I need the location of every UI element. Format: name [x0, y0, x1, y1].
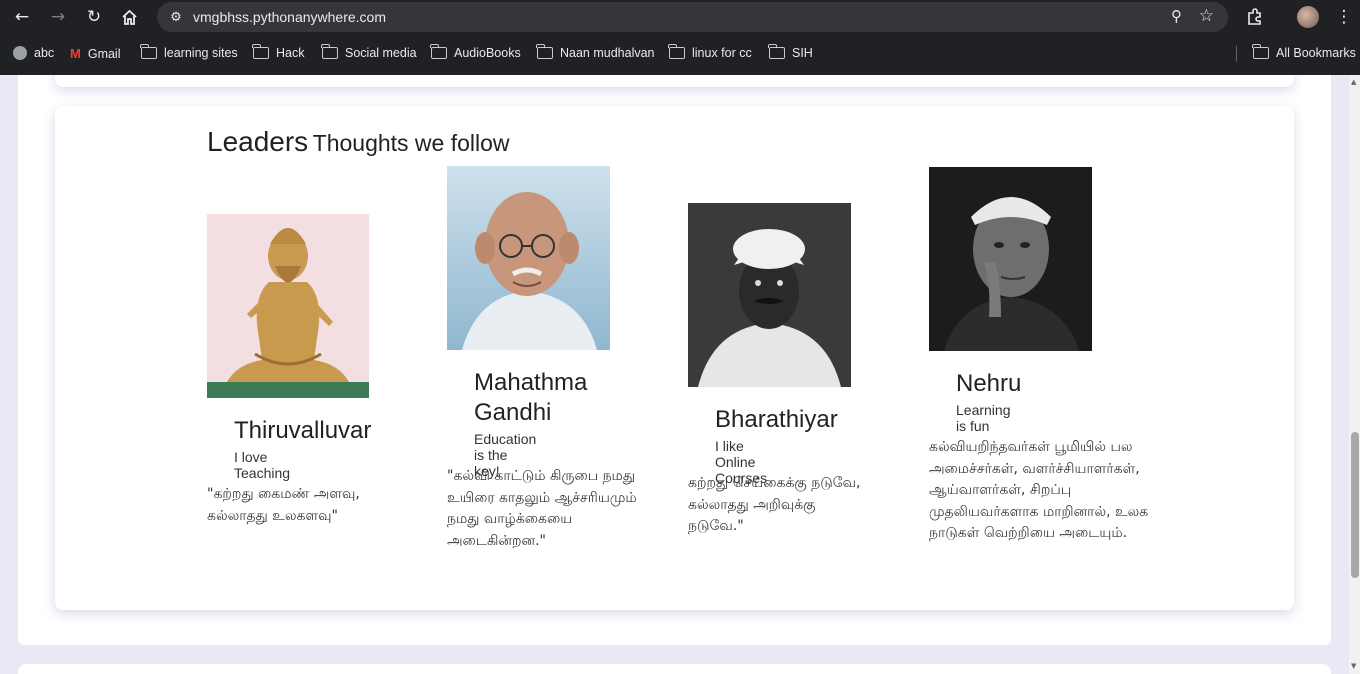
heading-main: Leaders [207, 126, 309, 157]
bookmark-gmail[interactable]: M Gmail [70, 46, 121, 61]
portrait-gandhi [447, 166, 610, 355]
page-scrollbar[interactable] [1349, 75, 1360, 674]
page-viewport[interactable]: Leaders Thoughts we follow Thiruvalluvar [0, 75, 1360, 674]
bookmark-folder-linux-for-cc[interactable]: linux for cc [668, 44, 752, 60]
portrait-bharathiyar [688, 203, 851, 392]
folder-icon [252, 44, 269, 59]
bookmark-folder-audiobooks[interactable]: AudioBooks [430, 44, 521, 60]
next-section-card [18, 664, 1331, 674]
folder-icon [668, 44, 685, 59]
bookmark-folder-learning-sites[interactable]: learning sites [140, 44, 238, 60]
profile-avatar[interactable] [1297, 6, 1319, 28]
leader-quote: "கற்றது கைமண் அளவு, கல்லாதது உலகளவு" [207, 486, 360, 524]
browser-chrome: ← → ↻ ⚙ vmgbhss.pythonanywhere.com ⚲ ☆ ⋮… [0, 0, 1360, 75]
browser-toolbar: ← → ↻ ⚙ vmgbhss.pythonanywhere.com ⚲ ☆ ⋮ [0, 0, 1360, 34]
bookmark-folder-hack[interactable]: Hack [252, 44, 304, 60]
leader-name: Thiruvalluvar [234, 417, 372, 444]
address-bar[interactable]: ⚙ vmgbhss.pythonanywhere.com ⚲ ☆ [157, 2, 1228, 32]
reload-icon[interactable]: ↻ [82, 5, 106, 29]
menu-icon[interactable]: ⋮ [1332, 5, 1356, 29]
leader-name: Nehru [956, 370, 1022, 397]
bookmark-folder-sih[interactable]: SIH [768, 44, 813, 60]
zoom-icon[interactable]: ⚲ [1171, 7, 1182, 25]
back-icon[interactable]: ← [10, 5, 34, 29]
folder-icon [430, 44, 447, 59]
bookmark-abc[interactable]: abc [13, 46, 54, 60]
scroll-up-icon[interactable]: ▲ [1351, 78, 1356, 86]
bookmarks-divider [1236, 46, 1237, 62]
leaders-card: Leaders Thoughts we follow Thiruvalluvar [55, 106, 1294, 610]
bookmark-folder-social-media[interactable]: Social media [321, 44, 417, 60]
folder-icon [536, 44, 553, 59]
home-icon[interactable] [117, 5, 141, 29]
forward-icon[interactable]: → [46, 5, 70, 29]
section-heading: Leaders Thoughts we follow [207, 126, 510, 158]
bookmarks-bar: abc M Gmail learning sites Hack Social m… [0, 42, 1360, 66]
all-bookmarks[interactable]: All Bookmarks [1252, 44, 1356, 60]
url-text[interactable]: vmgbhss.pythonanywhere.com [193, 9, 386, 25]
folder-icon [321, 44, 338, 59]
scroll-down-icon[interactable]: ▼ [1351, 662, 1356, 670]
leader-quote: கல்வியறிந்தவர்கள் பூமியில் பல அமைச்சர்கள… [929, 439, 1149, 542]
gmail-icon: M [70, 46, 81, 61]
leader-quote: கற்றது செய்கைக்கு நடுவே, கல்லாதது அறிவுக… [688, 475, 861, 535]
previous-section-card [55, 75, 1294, 87]
bookmark-star-icon[interactable]: ☆ [1199, 6, 1214, 26]
site-settings-icon[interactable]: ⚙ [166, 7, 186, 27]
portrait-nehru [929, 167, 1092, 356]
leader-name: Bharathiyar [715, 406, 838, 433]
bookmark-folder-naan-mudhalvan[interactable]: Naan mudhalvan [536, 44, 655, 60]
globe-icon [13, 46, 27, 60]
leader-name: Mahathma Gandhi [474, 369, 588, 426]
folder-icon [768, 44, 785, 59]
portrait-thiruvalluvar [207, 214, 369, 403]
scrollbar-thumb[interactable] [1351, 432, 1359, 578]
leader-quote: "கல்வி காட்டும் கிருபை நமது உயிரை காதலும… [447, 468, 637, 549]
extensions-icon[interactable] [1243, 5, 1267, 29]
leader-tagline: Learning is fun [956, 402, 1011, 434]
folder-icon [1252, 44, 1269, 59]
leader-tagline: I love Teaching [234, 449, 291, 481]
heading-sub: Thoughts we follow [312, 130, 510, 156]
folder-icon [140, 44, 157, 59]
